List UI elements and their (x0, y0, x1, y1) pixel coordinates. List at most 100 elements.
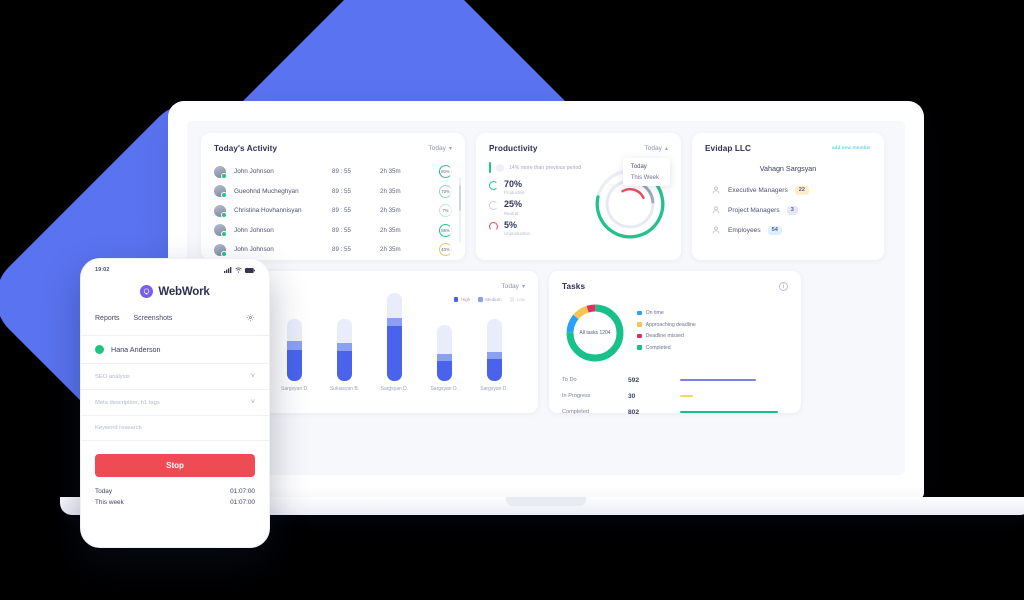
status-badge: 22 (794, 185, 809, 195)
bar-group[interactable]: Sargsyan D. (480, 319, 508, 392)
table-row: Completed 802 (562, 404, 788, 420)
legend-item-completed: Completed (637, 345, 696, 351)
avatar (214, 165, 227, 179)
chevron-down-icon: ▾ (448, 146, 452, 152)
total-label: Today (95, 488, 113, 495)
productivity-note-text: 14% more than previous period (509, 164, 582, 171)
activity-time: 89 : 55 (332, 226, 351, 234)
accent-bar (489, 162, 491, 173)
phone-clock: 19:02 (95, 267, 110, 273)
stop-button[interactable]: Stop (95, 454, 255, 477)
activity-filter-dropdown[interactable]: Today ▾ (428, 145, 452, 152)
bar-label: Sargsyan D. (380, 386, 409, 392)
bar-group[interactable]: Sukiasyan B. (330, 319, 359, 392)
activity-percent-ring: 40% (439, 243, 452, 257)
activity-percent-ring: 70% (439, 184, 452, 198)
members-filter-dropdown[interactable]: Today ▾ (501, 283, 525, 290)
legend-item-deadline-missed: Deadline missed (637, 333, 696, 339)
gear-icon[interactable] (246, 309, 255, 327)
bar-group[interactable]: Sargsyan D. (381, 293, 408, 392)
task-status-value: 592 (628, 376, 640, 384)
legend-swatch (637, 345, 642, 350)
legend-item-on-time: On time (637, 310, 696, 316)
tasks-center-value: 1204 (599, 330, 611, 336)
task-status-label: Completed (562, 409, 590, 415)
status-badge: 3 (786, 205, 798, 215)
bar-group[interactable]: Sargsyan D. (430, 325, 458, 392)
table-row[interactable]: Christina Hovhannisyan 89 : 55 2h 35m 7% (214, 201, 452, 221)
activity-member-name: John Johnson (234, 168, 274, 176)
org-row-project-managers[interactable]: Project Managers 3 (705, 205, 871, 215)
tasks-chart-area: All tasks 1204 On time Approaching deadl… (562, 300, 788, 366)
org-title: Evidap LLC (705, 144, 752, 153)
productivity-filter-label: Today (644, 145, 662, 152)
task-status-value: 30 (628, 392, 636, 400)
wifi-icon (235, 267, 242, 273)
phone-status-bar: 19:02 (81, 259, 269, 276)
scrollbar-thumb[interactable] (459, 185, 461, 211)
productive-label: Productive (504, 190, 525, 196)
phone-user-name: Hana Anderson (111, 345, 161, 354)
tab-reports[interactable]: Reports (95, 315, 120, 322)
stacked-bar (287, 319, 303, 381)
tasks-center-label: All tasks (579, 330, 599, 336)
avatar (214, 204, 227, 218)
table-row[interactable]: Gueohnd Mucheghyan 89 : 55 2h 35m 70% (214, 182, 452, 202)
org-role-label: Employees (728, 226, 761, 234)
legend-label: Medium (485, 297, 502, 302)
legend-swatch (637, 333, 642, 339)
activity-header: Today's Activity Today ▾ (214, 144, 452, 153)
total-row-today: Today 01:07:00 (95, 488, 255, 495)
bar-group[interactable]: Sargsyan D. (281, 319, 309, 392)
legend-label: Deadline missed (645, 333, 684, 339)
info-icon[interactable]: i (779, 282, 788, 291)
unproductive-icon (489, 221, 498, 231)
activity-member-name: Christina Hovhannisyan (234, 207, 302, 215)
field-meta-description[interactable]: Meta description, h1 tags ˅ (81, 390, 269, 415)
task-status-label: In Progress (562, 393, 591, 399)
phone-active-user[interactable]: Hana Anderson (81, 336, 269, 363)
battery-icon (245, 267, 255, 273)
phone-brand-name: WebWork (158, 285, 210, 298)
table-row[interactable]: John Johnson 89 : 55 2h 35m 80% (214, 162, 452, 182)
activity-percent: 80% (441, 169, 450, 175)
activity-percent: 85% (441, 227, 450, 233)
activity-percent-ring: 85% (439, 223, 452, 237)
org-row-executive-managers[interactable]: Executive Managers 22 (705, 185, 871, 195)
activity-duration: 2h 35m (380, 246, 401, 254)
legend-swatch (637, 322, 642, 327)
task-status-label: To Do (562, 377, 577, 383)
bar-label: Sargsyan D. (280, 386, 309, 392)
webwork-logo-icon (140, 285, 154, 298)
field-keyword-research[interactable]: Keyword research (81, 416, 269, 440)
org-role-label: Project Managers (728, 206, 780, 214)
user-icon (712, 226, 720, 234)
trend-icon (496, 163, 504, 172)
dashboard-row-top: Today's Activity Today ▾ John Johnson 89… (201, 133, 891, 260)
field-seo-analysis[interactable]: SEO analysis ˅ (81, 364, 269, 389)
org-row-employees[interactable]: Employees 54 (705, 225, 871, 235)
productive-value: 70% (504, 179, 523, 189)
table-row[interactable]: John Johnson 89 : 55 2h 35m 85% (214, 221, 452, 241)
menu-item-today[interactable]: Today (623, 161, 670, 172)
bar-label: Sargsyan D. (430, 386, 458, 392)
activity-duration: 2h 35m (380, 168, 401, 176)
gear-glyph-icon (246, 313, 255, 322)
add-member-link[interactable]: add new member (832, 146, 871, 151)
legend-item-medium: Medium (478, 297, 502, 302)
total-row-this-week: This week 01:07:00 (95, 499, 255, 506)
productivity-filter-dropdown[interactable]: Today ▴ (644, 145, 668, 152)
activity-title: Today's Activity (214, 144, 278, 153)
table-row[interactable]: John Johnson 89 : 55 2h 35m 40% (214, 240, 452, 260)
tab-screenshots[interactable]: Screenshots (134, 315, 173, 322)
legend-item-approaching-deadline: Approaching deadline (637, 322, 696, 328)
productivity-filter-menu[interactable]: Today This Week (622, 158, 670, 186)
legend-label: On time (645, 310, 664, 316)
tasks-header: Tasks i (562, 282, 788, 291)
chevron-up-icon: ▴ (664, 146, 668, 152)
menu-item-this-week[interactable]: This Week (623, 172, 670, 183)
activity-duration: 2h 35m (380, 187, 401, 195)
legend-item-high: High (453, 297, 470, 302)
activity-duration: 2h 35m (380, 207, 401, 215)
activity-percent-ring: 7% (439, 204, 452, 218)
